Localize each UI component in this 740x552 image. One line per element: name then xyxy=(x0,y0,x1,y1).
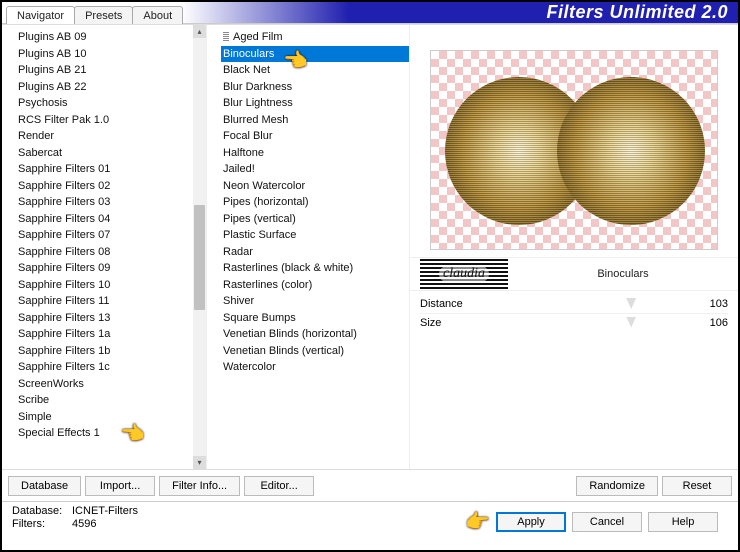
preview-panel: claudia Binoculars Distance 103 Size 106 xyxy=(410,25,738,469)
param-value: 106 xyxy=(698,317,728,329)
tab-about[interactable]: About xyxy=(132,6,183,24)
scroll-thumb[interactable] xyxy=(194,205,205,310)
list-item[interactable]: Special Effects 1 xyxy=(16,425,206,442)
param-row: Distance 103 xyxy=(420,295,728,313)
help-button[interactable]: Help xyxy=(648,512,718,532)
list-item[interactable]: Sapphire Filters 04 xyxy=(16,211,206,228)
scroll-up-icon[interactable]: ▴ xyxy=(193,25,206,38)
list-item[interactable]: Sabercat xyxy=(16,145,206,162)
toolbar-row: Database Import... Filter Info... Editor… xyxy=(2,469,738,501)
database-button[interactable]: Database xyxy=(8,476,81,496)
list-item[interactable]: Pipes (vertical) xyxy=(221,211,409,228)
list-item[interactable]: Sapphire Filters 07 xyxy=(16,227,206,244)
scroll-down-icon[interactable]: ▾ xyxy=(193,456,206,469)
list-item[interactable]: Focal Blur xyxy=(221,128,409,145)
list-item[interactable]: Psychosis xyxy=(16,95,206,112)
list-item[interactable]: Sapphire Filters 10 xyxy=(16,277,206,294)
apply-button[interactable]: Apply xyxy=(496,512,566,532)
scrollbar[interactable]: ▴ ▾ xyxy=(193,25,206,469)
editor-button[interactable]: Editor... xyxy=(244,476,314,496)
status-database-label: Database: xyxy=(12,505,72,517)
main-area: Plugins AB 09Plugins AB 10Plugins AB 21P… xyxy=(2,24,738,469)
list-item[interactable]: Watercolor xyxy=(221,359,409,376)
filter-info-button[interactable]: Filter Info... xyxy=(159,476,240,496)
parameters: Distance 103 Size 106 xyxy=(410,291,738,469)
param-slider[interactable] xyxy=(504,302,692,306)
status-filters-label: Filters: xyxy=(12,518,72,530)
tab-presets[interactable]: Presets xyxy=(74,6,133,24)
preview-area xyxy=(410,25,738,257)
current-filter-name: Binoculars xyxy=(508,268,738,280)
list-item[interactable]: Sapphire Filters 08 xyxy=(16,244,206,261)
param-slider[interactable] xyxy=(504,321,692,325)
list-item[interactable]: Black Net xyxy=(221,62,409,79)
list-item[interactable]: Scribe xyxy=(16,392,206,409)
list-item[interactable]: Plugins AB 10 xyxy=(16,46,206,63)
status-filters-value: 4596 xyxy=(72,518,96,530)
list-item[interactable]: Sapphire Filters 03 xyxy=(16,194,206,211)
cancel-button[interactable]: Cancel xyxy=(572,512,642,532)
binoculars-right-lens xyxy=(557,77,705,225)
list-item[interactable]: Rasterlines (black & white) xyxy=(221,260,409,277)
pointer-icon: 👉 xyxy=(465,509,490,534)
tabs-row: Navigator Presets About xyxy=(2,2,182,23)
list-item[interactable]: Sapphire Filters 13 xyxy=(16,310,206,327)
list-item[interactable]: Halftone xyxy=(221,145,409,162)
list-item[interactable]: Binoculars xyxy=(221,46,409,63)
status-database-value: ICNET-Filters xyxy=(72,505,138,517)
preview-image xyxy=(430,50,718,250)
reset-button[interactable]: Reset xyxy=(662,476,732,496)
list-item[interactable]: Simple xyxy=(16,409,206,426)
list-item[interactable]: Sapphire Filters 1b xyxy=(16,343,206,360)
list-item[interactable]: Plugins AB 22 xyxy=(16,79,206,96)
list-item[interactable]: Plugins AB 21 xyxy=(16,62,206,79)
list-item[interactable]: Sapphire Filters 11 xyxy=(16,293,206,310)
list-item[interactable]: Sapphire Filters 09 xyxy=(16,260,206,277)
list-item[interactable]: Venetian Blinds (horizontal) xyxy=(221,326,409,343)
plugin-group-list[interactable]: Plugins AB 09Plugins AB 10Plugins AB 21P… xyxy=(2,25,207,469)
list-item[interactable]: RCS Filter Pak 1.0 xyxy=(16,112,206,129)
filter-list[interactable]: Aged FilmBinocularsBlack NetBlur Darknes… xyxy=(207,25,410,469)
filter-type-icon xyxy=(223,32,229,42)
param-row: Size 106 xyxy=(420,313,728,331)
list-item[interactable]: Sapphire Filters 1a xyxy=(16,326,206,343)
list-item[interactable]: Sapphire Filters 1c xyxy=(16,359,206,376)
import-button[interactable]: Import... xyxy=(85,476,155,496)
list-item[interactable]: Neon Watercolor xyxy=(221,178,409,195)
param-label: Distance xyxy=(420,298,498,310)
list-item[interactable]: Pipes (horizontal) xyxy=(221,194,409,211)
list-item[interactable]: Plugins AB 09 xyxy=(16,29,206,46)
list-item[interactable]: Shiver xyxy=(221,293,409,310)
list-item[interactable]: Radar xyxy=(221,244,409,261)
list-item[interactable]: Blur Lightness xyxy=(221,95,409,112)
status-bar: Database: ICNET-Filters Filters: 4596 👉 … xyxy=(2,501,738,547)
tab-navigator[interactable]: Navigator xyxy=(6,6,75,24)
list-item[interactable]: Blurred Mesh xyxy=(221,112,409,129)
list-item[interactable]: Venetian Blinds (vertical) xyxy=(221,343,409,360)
list-item[interactable]: Square Bumps xyxy=(221,310,409,327)
list-item[interactable]: Sapphire Filters 01 xyxy=(16,161,206,178)
list-item[interactable]: ScreenWorks xyxy=(16,376,206,393)
list-item[interactable]: Sapphire Filters 02 xyxy=(16,178,206,195)
param-label: Size xyxy=(420,317,498,329)
list-item[interactable]: Aged Film xyxy=(221,29,409,46)
titlebar: Navigator Presets About Filters Unlimite… xyxy=(2,2,738,24)
app-title: Filters Unlimited 2.0 xyxy=(182,2,738,23)
randomize-button[interactable]: Randomize xyxy=(576,476,658,496)
list-item[interactable]: Rasterlines (color) xyxy=(221,277,409,294)
list-item[interactable]: Plastic Surface xyxy=(221,227,409,244)
list-item[interactable]: Render xyxy=(16,128,206,145)
list-item[interactable]: Blur Darkness xyxy=(221,79,409,96)
list-item[interactable]: Jailed! xyxy=(221,161,409,178)
param-header: claudia Binoculars xyxy=(410,257,738,291)
param-value: 103 xyxy=(698,298,728,310)
author-logo: claudia xyxy=(420,259,508,289)
